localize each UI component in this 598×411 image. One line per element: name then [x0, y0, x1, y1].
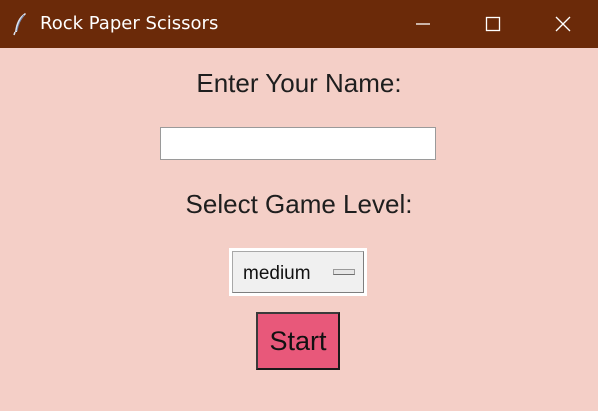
level-select-value: medium [243, 263, 311, 284]
level-select[interactable]: medium [229, 248, 367, 296]
start-button[interactable]: Start [256, 312, 340, 370]
level-label: Select Game Level: [185, 189, 413, 219]
level-select-body[interactable]: medium [232, 251, 364, 293]
name-input[interactable] [160, 127, 436, 160]
minimize-button[interactable] [388, 0, 458, 48]
maximize-button[interactable] [458, 0, 528, 48]
close-icon [555, 16, 571, 32]
option-menu-indicator-icon [333, 269, 355, 275]
feather-icon [12, 12, 28, 36]
window-title: Rock Paper Scissors [40, 13, 219, 34]
maximize-icon [485, 16, 501, 32]
minimize-icon [416, 23, 430, 25]
name-label: Enter Your Name: [196, 68, 402, 98]
app-window: Rock Paper Scissors Enter Your Name: Sel… [0, 0, 598, 411]
close-button[interactable] [528, 0, 598, 48]
title-bar[interactable]: Rock Paper Scissors [0, 0, 598, 48]
